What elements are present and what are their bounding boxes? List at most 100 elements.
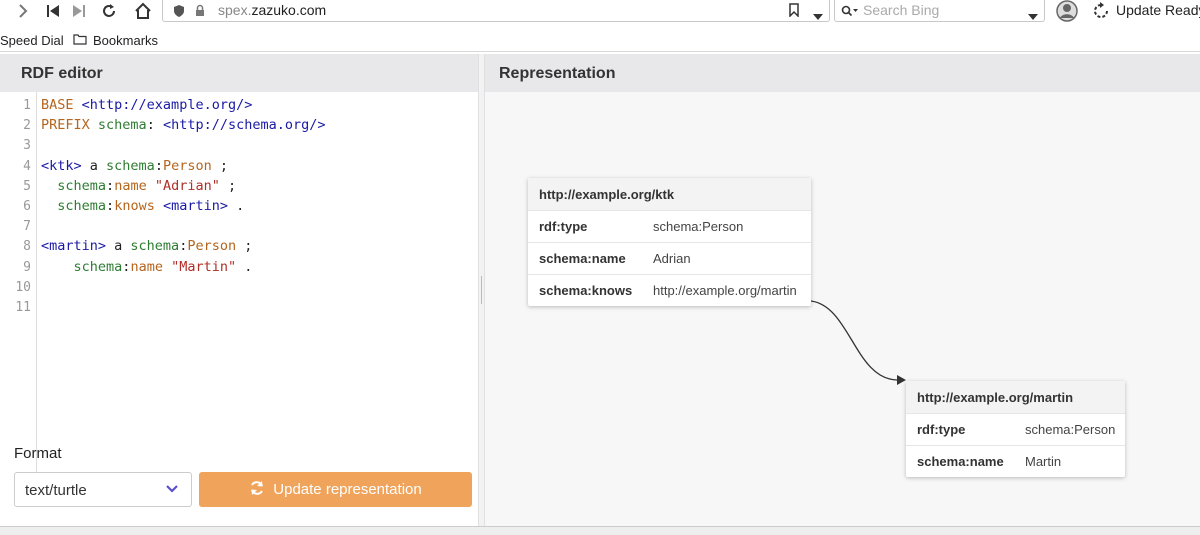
update-representation-button[interactable]: Update representation: [199, 472, 472, 507]
code-token: name: [114, 177, 147, 194]
pane-resize-handle[interactable]: [478, 54, 485, 526]
code-token: a: [106, 238, 131, 255]
resource-node-martin[interactable]: http://example.org/martin rdf:type schem…: [906, 381, 1125, 477]
bookmarks-link[interactable]: Bookmarks: [93, 33, 158, 48]
code-token: "Martin": [171, 258, 237, 275]
code-line[interactable]: schema:name "Martin" .: [41, 258, 253, 275]
browser-toolbar: spex.zazuko.com Search Bing Update Ready: [0, 0, 1200, 26]
home-icon[interactable]: [132, 0, 154, 22]
line-gutter: 1 2 3 4 5 6 7 8 9 10 11: [7, 92, 37, 490]
rewind-icon[interactable]: [42, 0, 64, 22]
format-select[interactable]: text/turtle: [14, 472, 192, 507]
code-token: schema: [106, 157, 155, 174]
node-row: schema:knows http://example.org/martin: [528, 274, 811, 306]
code-token: ;: [211, 157, 228, 174]
code-token: Person: [162, 157, 212, 174]
code-token: <martin>: [162, 198, 228, 214]
line-number: 7: [23, 219, 31, 235]
speed-dial-link[interactable]: Speed Dial: [0, 33, 64, 48]
object: Martin: [1025, 454, 1062, 469]
refresh-icon: [249, 480, 265, 500]
node-row: schema:name Martin: [906, 445, 1125, 477]
code-token: schema: [130, 238, 180, 255]
code-token: :: [106, 177, 115, 194]
code-line[interactable]: schema:name "Adrian" ;: [41, 178, 236, 194]
update-icon[interactable]: [1092, 2, 1110, 25]
code-line[interactable]: BASE <http://example.org/>: [41, 97, 252, 113]
url-text[interactable]: spex.zazuko.com: [218, 2, 326, 18]
chevron-down-icon[interactable]: [813, 7, 823, 25]
line-number: 1: [23, 98, 31, 113]
line-number: 2: [23, 118, 31, 134]
shield-icon[interactable]: [173, 4, 185, 23]
search-field[interactable]: Search Bing: [834, 0, 1045, 22]
predicate: schema:knows: [539, 283, 633, 298]
code-token: schema: [73, 258, 123, 275]
search-placeholder: Search Bing: [863, 2, 940, 18]
code-token: schema: [57, 177, 107, 194]
code-token: a: [81, 157, 107, 174]
avatar[interactable]: [1056, 0, 1078, 27]
update-ready-label[interactable]: Update Ready: [1116, 2, 1200, 18]
code-token: <http://example.org/>: [81, 97, 253, 113]
reload-icon[interactable]: [98, 0, 120, 22]
line-number: 6: [23, 199, 31, 214]
bookmarks-bar: Speed Dial Bookmarks: [0, 28, 1200, 52]
code-line[interactable]: PREFIX schema: <http://schema.org/>: [41, 117, 326, 133]
forward-icon[interactable]: [12, 0, 34, 22]
search-icon: [841, 4, 859, 22]
code-line[interactable]: schema:knows <martin> .: [41, 198, 244, 214]
node-title: http://example.org/ktk: [528, 178, 811, 210]
code-token: :: [146, 117, 163, 134]
code-token: BASE: [41, 97, 74, 113]
code-token: <martin>: [41, 238, 107, 255]
predicate: rdf:type: [917, 422, 966, 437]
code-token: <http://schema.org/>: [162, 117, 326, 134]
bookmark-icon[interactable]: [789, 3, 799, 22]
object: schema:Person: [653, 219, 744, 234]
fast-forward-icon[interactable]: [68, 0, 90, 22]
code-token: :: [106, 198, 115, 214]
address-bar[interactable]: spex.zazuko.com: [162, 0, 830, 22]
code-line[interactable]: <martin> a schema:Person ;: [41, 238, 252, 254]
lock-icon[interactable]: [195, 4, 205, 22]
code-token: Person: [187, 238, 237, 255]
code-editor[interactable]: 1 2 3 4 5 6 7 8 9 10 11 BASE <http://example.org/>…: [7, 92, 478, 490]
object: Adrian: [653, 251, 691, 266]
line-number: 5: [23, 178, 31, 194]
object[interactable]: http://example.org/martin: [653, 283, 797, 298]
code-token: .: [228, 198, 245, 214]
code-token: name: [130, 258, 163, 275]
representation-pane: Representation http://example.org/ktk rd…: [485, 54, 1200, 526]
node-row: schema:name Adrian: [528, 242, 811, 274]
update-representation-label: Update representation: [273, 481, 422, 498]
code-token: PREFIX: [41, 117, 90, 134]
predicate: schema:name: [539, 251, 626, 266]
object: schema:Person: [1025, 422, 1116, 437]
line-number: 3: [23, 138, 31, 154]
code-token: .: [236, 258, 253, 275]
node-row: rdf:type schema:Person: [528, 210, 811, 242]
code-token: schema: [57, 198, 107, 214]
search-dropdown-icon[interactable]: [1028, 7, 1038, 25]
code-line[interactable]: <ktk> a schema:Person ;: [41, 158, 228, 174]
format-label: Format: [14, 445, 62, 462]
format-value: text/turtle: [25, 482, 87, 499]
line-number: 11: [15, 300, 31, 315]
resource-node-ktk[interactable]: http://example.org/ktk rdf:type schema:P…: [528, 178, 811, 306]
status-bar: [0, 526, 1200, 535]
code-token: ;: [236, 238, 253, 255]
node-title: http://example.org/martin: [906, 381, 1125, 413]
rdf-editor-pane: RDF editor 1 2 3 4 5 6 7 8 9 10 11 BASE <http://ex…: [0, 54, 478, 526]
chevron-down-icon: [165, 481, 179, 498]
knows-edge: [810, 300, 898, 381]
predicate: schema:name: [917, 454, 1004, 469]
code-token: <ktk>: [41, 157, 82, 174]
